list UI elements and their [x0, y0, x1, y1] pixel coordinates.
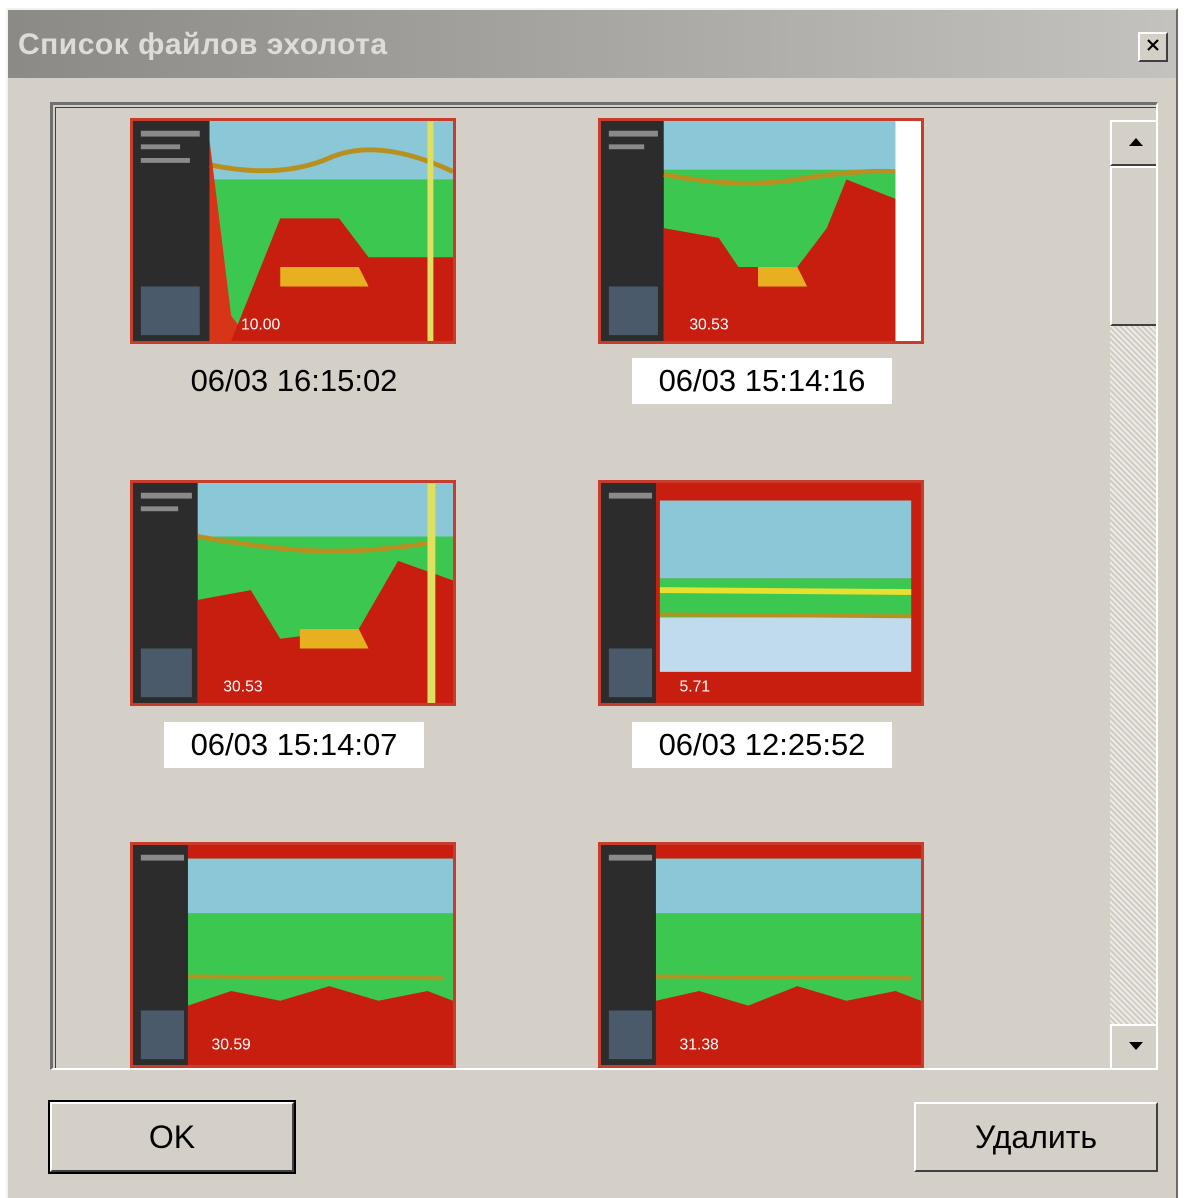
file-timestamp[interactable]: 06/03 15:14:07 [164, 722, 424, 768]
file-thumbnail-list[interactable]: 10.00 06/03 16:15:02 30.53 06/03 15:14:1… [50, 102, 1158, 1070]
file-timestamp[interactable]: 06/03 15:14:16 [632, 358, 892, 404]
file-timestamp[interactable]: 06/03 16:15:02 [164, 358, 424, 404]
delete-button[interactable]: Удалить [914, 1102, 1158, 1172]
thumbnail-overlay-text: 5.71 [680, 678, 711, 695]
arrow-up-icon [1128, 134, 1144, 152]
echogram-image: 30.59 [133, 845, 453, 1065]
scroll-down-button[interactable] [1110, 1024, 1156, 1068]
echogram-image: 31.38 [601, 845, 921, 1065]
thumbnail-overlay-text: 10.00 [241, 316, 281, 333]
thumbnail-overlay-text: 30.53 [689, 316, 728, 333]
file-timestamp[interactable]: 06/03 12:25:52 [632, 722, 892, 768]
thumbnail-overlay-text: 30.53 [223, 678, 262, 695]
arrow-down-icon [1128, 1038, 1144, 1056]
vertical-scrollbar[interactable] [1110, 120, 1156, 1068]
close-button[interactable] [1138, 32, 1168, 62]
echogram-image: 30.53 [133, 483, 453, 703]
title-bar[interactable]: Список файлов эхолота [8, 10, 1176, 78]
close-icon [1145, 37, 1161, 58]
scroll-up-button[interactable] [1110, 120, 1156, 166]
echogram-thumbnail[interactable]: 30.53 [598, 118, 924, 344]
echogram-image: 5.71 [601, 483, 921, 703]
thumbnail-overlay-text: 31.38 [680, 1036, 720, 1053]
echogram-image: 30.53 [601, 121, 921, 341]
thumbnail-overlay-text: 30.59 [212, 1036, 251, 1053]
echogram-image: 10.00 [133, 121, 453, 341]
window-title: Список файлов эхолота [18, 28, 388, 61]
scrollbar-thumb[interactable] [1110, 166, 1156, 326]
echogram-thumbnail[interactable]: 31.38 [598, 842, 924, 1068]
echosounder-files-dialog: Список файлов эхолота 10.00 06/03 16:15:… [6, 8, 1178, 1198]
echogram-thumbnail[interactable]: 30.53 [130, 480, 456, 706]
ok-button[interactable]: OK [48, 1100, 296, 1174]
echogram-thumbnail[interactable]: 10.00 [130, 118, 456, 344]
echogram-thumbnail[interactable]: 5.71 [598, 480, 924, 706]
file-thumbnail-list-viewport: 10.00 06/03 16:15:02 30.53 06/03 15:14:1… [55, 107, 1156, 1068]
echogram-thumbnail[interactable]: 30.59 [130, 842, 456, 1068]
